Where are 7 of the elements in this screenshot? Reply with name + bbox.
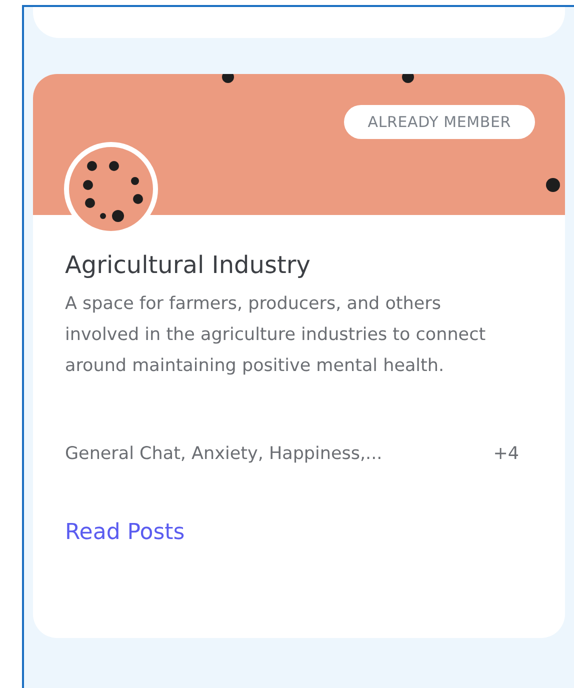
- dot-ring-icon: [83, 161, 143, 222]
- community-description: A space for farmers, producers, and others involved in the agriculture industries to connect around maintaining positive mental health.: [65, 293, 487, 378]
- community-title: Agricultural Industry: [65, 251, 312, 279]
- more-tags-count: +4: [493, 444, 519, 464]
- topic-tags: General Chat, Anxiety, Happiness,...: [65, 444, 382, 464]
- read-posts-link[interactable]: Read Posts: [65, 520, 185, 545]
- membership-badge: ALREADY MEMBER: [344, 105, 535, 139]
